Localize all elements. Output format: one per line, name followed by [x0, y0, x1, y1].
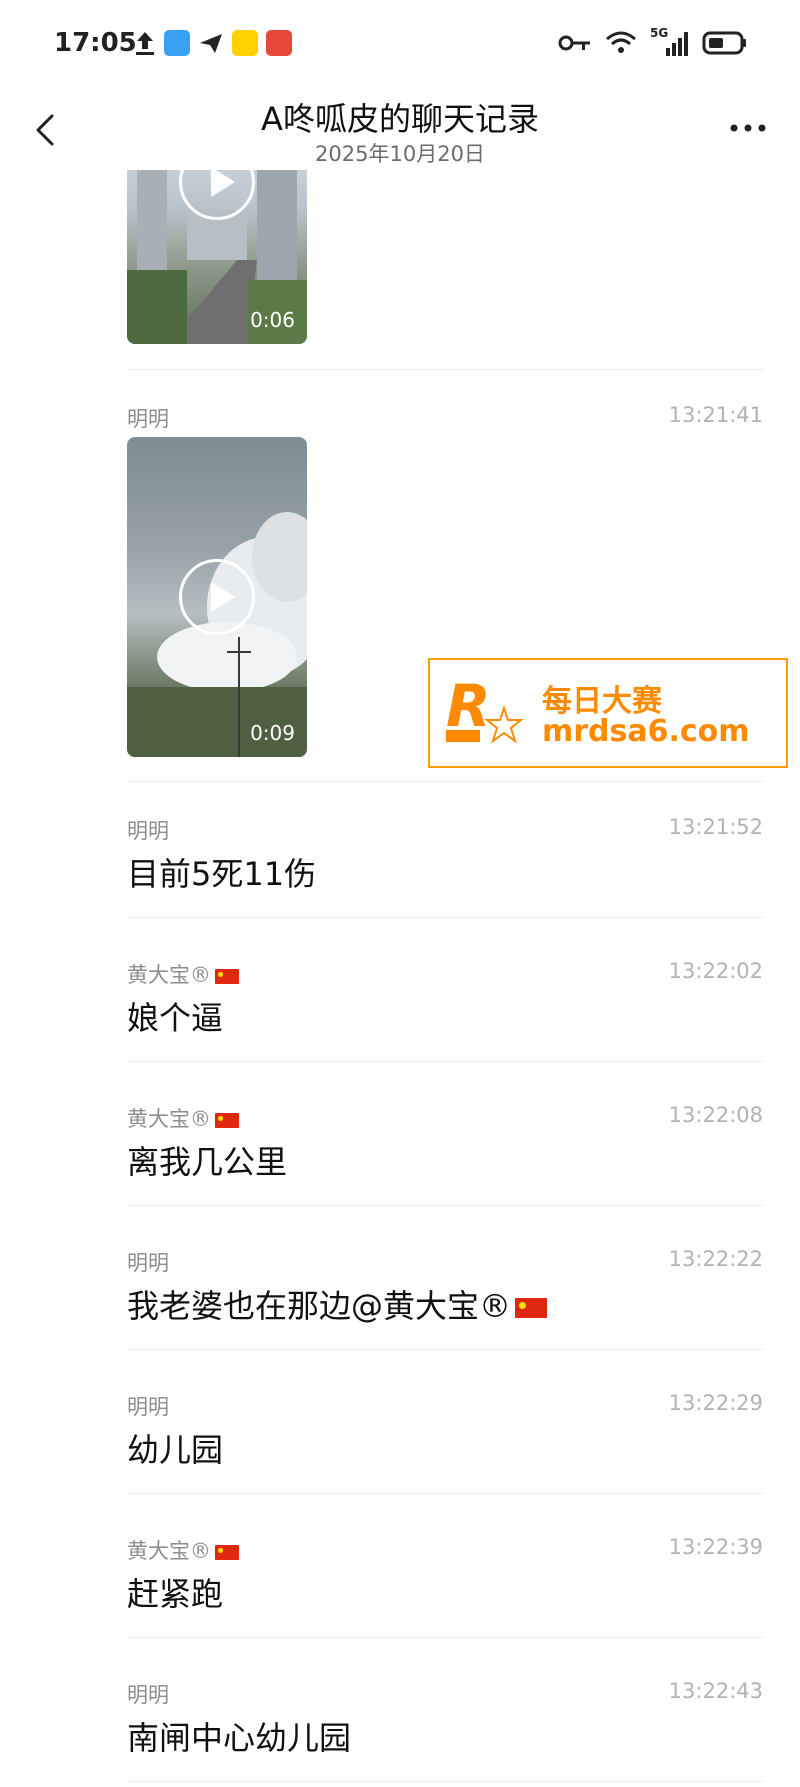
video-duration: 0:09: [250, 721, 295, 745]
sender-name: 明明: [127, 1683, 169, 1707]
news-app-icon: [266, 30, 292, 56]
message-item[interactable]: 黄大宝® 13:22:39 赶紧跑: [127, 1535, 763, 1615]
divider: [127, 1493, 763, 1494]
network-type: 5G: [650, 26, 669, 40]
vpn-key-icon: [558, 35, 590, 51]
china-flag-icon: [215, 968, 239, 984]
china-flag-icon: [515, 1298, 548, 1318]
message-item[interactable]: 明明 13:22:22 我老婆也在那边@黄大宝®: [127, 1247, 763, 1327]
video-message[interactable]: 0:06: [127, 150, 307, 344]
sender-name: 明明: [127, 1395, 169, 1419]
message-text: 目前5死11伤: [127, 855, 317, 893]
divider: [127, 1061, 763, 1062]
message-text: 娘个逼: [127, 999, 224, 1037]
status-bar: 17:05 5G: [0, 0, 800, 90]
meituan-app-icon: [232, 30, 258, 56]
message-time: 13:22:08: [668, 1103, 763, 1127]
sender-name: 黄大宝®: [127, 1539, 211, 1563]
message-item[interactable]: 黄大宝® 13:22:02 娘个逼: [127, 959, 763, 1039]
message-text-wrap: 我老婆也在那边@黄大宝®: [127, 1281, 548, 1327]
book-app-icon: [164, 30, 190, 56]
video-duration: 0:06: [250, 308, 295, 332]
sender-name: 黄大宝®: [127, 963, 211, 987]
status-time: 17:05: [54, 28, 137, 58]
wifi-icon: [606, 31, 636, 53]
message-text: 幼儿园: [127, 1431, 224, 1469]
watermark-banner: R 每日大赛 mrdsa6.com: [428, 658, 788, 768]
sender-name: 黄大宝®: [127, 1107, 211, 1131]
system-status-icons: 5G: [558, 26, 748, 56]
battery-icon: [702, 31, 746, 55]
more-options-icon[interactable]: [726, 116, 770, 140]
message-time: 13:22:43: [668, 1679, 763, 1703]
message-time: 13:21:52: [668, 815, 763, 839]
sender-name-wrap: 黄大宝®: [127, 959, 239, 989]
message-header: 明明 13:21:41: [127, 403, 763, 433]
divider: [127, 1205, 763, 1206]
sender-name-wrap: 黄大宝®: [127, 1535, 239, 1565]
message-time: 13:22:39: [668, 1535, 763, 1559]
signal-icon: 5G: [650, 26, 690, 56]
message-text: 离我几公里: [127, 1143, 288, 1181]
sender-name: 明明: [127, 1251, 169, 1275]
sender-name-wrap: 黄大宝®: [127, 1103, 239, 1133]
chat-history-header: A咚呱皮的聊天记录 2025年10月20日: [0, 90, 800, 170]
watermark-url: mrdsa6.com: [542, 714, 750, 749]
chat-date: 2025年10月20日: [315, 142, 485, 166]
message-text: 赶紧跑: [127, 1575, 224, 1613]
divider: [127, 917, 763, 918]
message-item[interactable]: 明明 13:21:52 目前5死11伤: [127, 815, 763, 895]
divider: [127, 1781, 763, 1782]
message-item[interactable]: 明明 13:22:43 南闸中心幼儿园: [127, 1679, 763, 1759]
sender-name: 明明: [127, 819, 169, 843]
divider: [127, 1349, 763, 1350]
sender-name: 明明: [127, 407, 169, 431]
message-time: 13:21:41: [668, 403, 763, 427]
video-message[interactable]: 0:09: [127, 437, 307, 757]
china-flag-icon: [215, 1112, 239, 1128]
message-text: 我老婆也在那边@黄大宝®: [127, 1287, 512, 1325]
divider: [127, 369, 763, 370]
watermark-logo-icon: R: [446, 674, 524, 744]
play-icon[interactable]: [179, 559, 255, 635]
message-text: 南闸中心幼儿园: [127, 1719, 352, 1757]
message-time: 13:22:02: [668, 959, 763, 983]
upload-icon: [136, 32, 154, 55]
message-item[interactable]: 明明 13:22:29 幼儿园: [127, 1391, 763, 1471]
page-title: A咚呱皮的聊天记录: [261, 100, 539, 138]
divider: [127, 1637, 763, 1638]
telegram-icon: [200, 34, 222, 53]
notification-icons: [134, 30, 292, 56]
message-time: 13:22:29: [668, 1391, 763, 1415]
divider: [127, 781, 763, 782]
message-item[interactable]: 黄大宝® 13:22:08 离我几公里: [127, 1103, 763, 1183]
china-flag-icon: [215, 1544, 239, 1560]
message-time: 13:22:22: [668, 1247, 763, 1271]
